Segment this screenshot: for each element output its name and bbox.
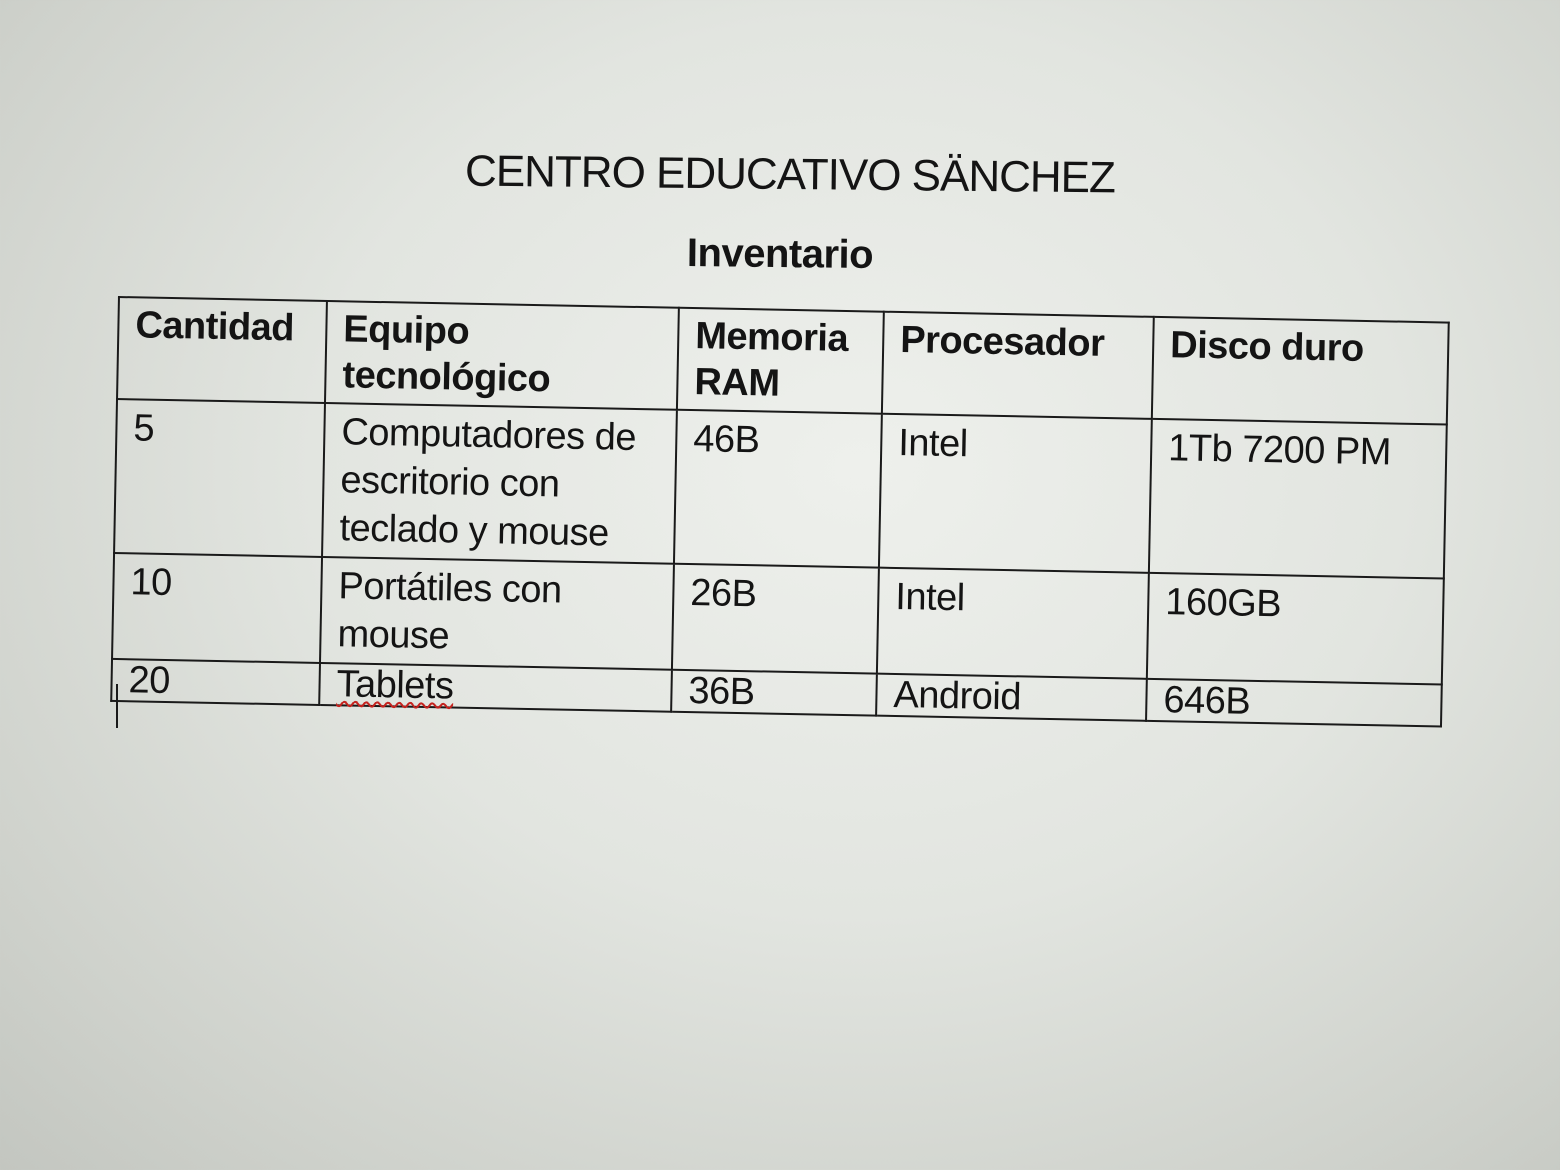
cell-memoria[interactable]: 36B [671,669,877,716]
cell-disco[interactable]: 160GB [1146,572,1444,685]
cell-procesador[interactable]: Intel [876,567,1149,679]
table-row: 5 Computadores de escritorio con teclado… [114,399,1447,579]
inventory-table: Cantidad Equipo tecnológico Memoria RAM … [110,296,1450,727]
cell-cantidad[interactable]: 10 [112,552,323,663]
document-title: CENTRO EDUCATIVO SÄNCHEZ [464,146,1116,203]
cell-disco[interactable]: 1Tb 7200 PM [1148,418,1447,579]
cell-disco[interactable]: 646B [1146,678,1442,727]
cell-cantidad[interactable]: 5 [114,399,325,557]
text-cursor [116,684,118,728]
header-procesador[interactable]: Procesador [881,311,1154,419]
cell-procesador[interactable]: Android [876,673,1147,721]
cell-memoria[interactable]: 26B [671,563,879,674]
document-subtitle: Inventario [686,231,874,277]
header-memoria-ram[interactable]: Memoria RAM [676,307,884,414]
header-cantidad[interactable]: Cantidad [117,297,327,403]
spellcheck-flagged-word: Tablets [336,663,454,708]
cell-memoria[interactable]: 46B [673,409,882,568]
document-page: CENTRO EDUCATIVO SÄNCHEZ Inventario Cant… [0,0,1560,1170]
cell-equipo[interactable]: Computadores de escritorio con teclado y… [322,402,677,564]
cell-equipo[interactable]: Portátiles con mouse [319,556,674,670]
cell-cantidad[interactable]: 20 [111,658,320,705]
cell-procesador[interactable]: Intel [878,413,1152,573]
header-equipo-tecnologico[interactable]: Equipo tecnológico [324,301,679,410]
header-disco-duro[interactable]: Disco duro [1151,316,1449,425]
cell-equipo[interactable]: Tablets [319,662,672,712]
inventory-table-container: Cantidad Equipo tecnológico Memoria RAM … [110,296,1450,727]
